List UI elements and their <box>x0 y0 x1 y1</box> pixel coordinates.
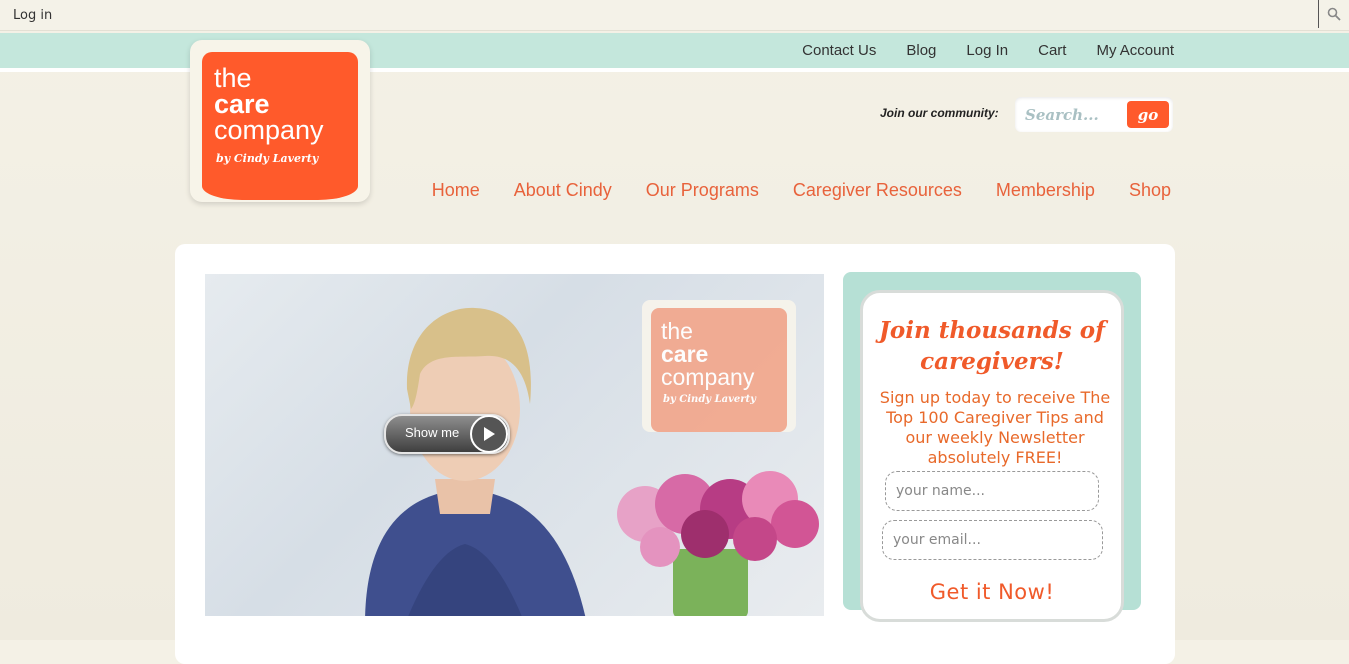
video-logo-line-the: the <box>661 318 693 344</box>
logo-line-company: company <box>214 115 324 145</box>
admin-bar: Log in <box>0 0 1349 31</box>
logo-tagline: by Cindy Laverty <box>216 152 319 165</box>
video-logo-tagline: by Cindy Laverty <box>663 394 756 405</box>
intro-video[interactable]: the care company by Cindy Laverty Show m… <box>205 274 824 616</box>
join-community-label: Join our community: <box>880 106 999 120</box>
show-me-label: Show me <box>405 425 460 440</box>
logo-line-the: the <box>214 63 252 93</box>
top-nav-contact-us[interactable]: Contact Us <box>802 42 876 59</box>
search-go-button[interactable]: go <box>1127 101 1169 128</box>
main-nav-our-programs[interactable]: Our Programs <box>646 180 759 201</box>
flowers-image <box>617 471 819 616</box>
main-nav: Home About Cindy Our Programs Caregiver … <box>432 180 1171 201</box>
get-it-now-button[interactable]: Get it Now! <box>863 580 1121 604</box>
video-backdrop-logo: the care company by Cindy Laverty <box>642 300 796 432</box>
email-field[interactable] <box>882 520 1103 560</box>
main-nav-home[interactable]: Home <box>432 180 480 201</box>
main-nav-membership[interactable]: Membership <box>996 180 1095 201</box>
admin-login-link[interactable]: Log in <box>13 8 52 23</box>
signup-title: Join thousands of caregivers! <box>879 317 1105 375</box>
video-logo-badge: the care company by Cindy Laverty <box>651 308 787 432</box>
search-icon <box>1327 7 1341 21</box>
presenter-image <box>365 307 586 616</box>
signup-description: Sign up today to receive The Top 100 Car… <box>879 388 1111 467</box>
site-logo[interactable]: the care company by Cindy Laverty <box>190 40 370 202</box>
logo-badge: the care company by Cindy Laverty <box>202 52 358 200</box>
video-logo-line-company: company <box>661 364 755 390</box>
main-nav-about-cindy[interactable]: About Cindy <box>514 180 612 201</box>
play-icon <box>470 415 508 453</box>
main-nav-shop[interactable]: Shop <box>1129 180 1171 201</box>
video-logo-line-care: care <box>661 341 709 367</box>
top-nav-blog[interactable]: Blog <box>906 42 936 59</box>
search-input[interactable] <box>1023 104 1127 126</box>
newsletter-signup-card: Join thousands of caregivers! Sign up to… <box>860 290 1124 622</box>
main-nav-caregiver-resources[interactable]: Caregiver Resources <box>793 180 962 201</box>
top-nav-my-account[interactable]: My Account <box>1096 42 1174 59</box>
admin-search-button[interactable] <box>1318 0 1349 28</box>
top-nav-cart[interactable]: Cart <box>1038 42 1066 59</box>
logo-line-care: care <box>214 89 270 119</box>
site-search: go <box>1015 97 1173 132</box>
show-me-play-button[interactable]: Show me <box>384 414 510 454</box>
top-nav-log-in[interactable]: Log In <box>966 42 1008 59</box>
name-field[interactable] <box>885 471 1099 511</box>
top-nav: Contact Us Blog Log In Cart My Account <box>802 42 1174 59</box>
